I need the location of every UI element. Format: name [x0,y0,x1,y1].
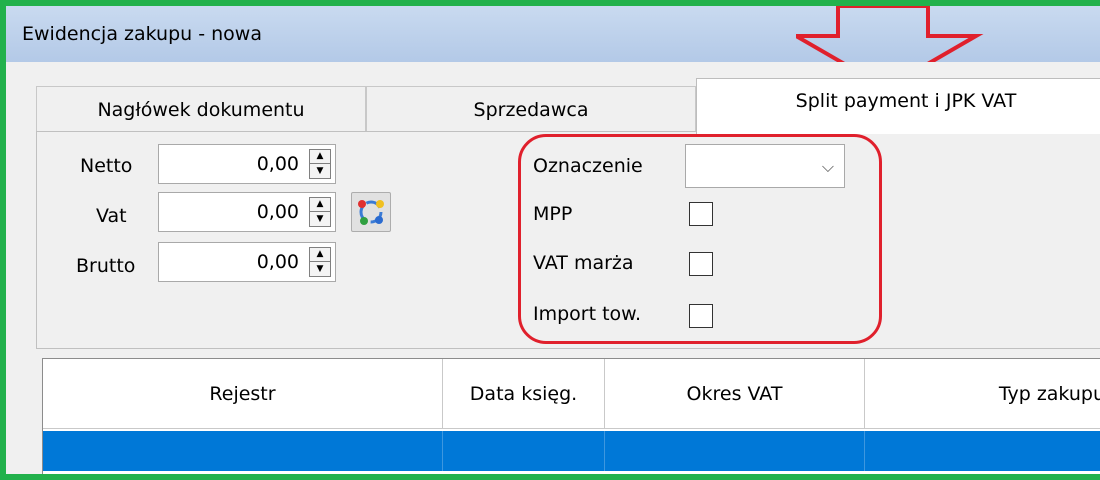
red-highlight-annotation [518,134,882,344]
brutto-spin-icon[interactable]: ▲ ▼ [309,247,331,277]
vat-field[interactable]: 0,00 ▲ ▼ [158,192,336,232]
column-header-typ-zakupu[interactable]: Typ zakupu [865,359,1100,429]
brutto-label: Brutto [76,255,136,277]
table-cell[interactable] [443,431,605,471]
table-cell[interactable] [865,431,1100,471]
column-header-okres-vat[interactable]: Okres VAT [605,359,865,429]
column-header-label: Rejestr [209,382,276,405]
selected-table-row[interactable] [43,431,1100,471]
column-header-label: Data księg. [469,382,578,405]
recalculate-icon [358,200,384,225]
column-header-rejestr[interactable]: Rejestr [43,359,443,429]
column-header-data-ksieg[interactable]: Data księg. [443,359,605,429]
brutto-field[interactable]: 0,00 ▲ ▼ [158,242,336,282]
netto-spin-icon[interactable]: ▲ ▼ [309,149,331,179]
window-title: Ewidencja zakupu - nowa [22,23,262,45]
vat-label: Vat [96,205,127,227]
table-cell[interactable] [605,431,865,471]
column-header-label: Typ zakupu [998,382,1100,405]
tab-label: Sprzedawca [473,98,589,121]
tab-split-payment-jpk-vat[interactable]: Split payment i JPK VAT [696,78,1100,134]
recalculate-button[interactable] [351,192,391,232]
brutto-value: 0,00 [256,251,299,273]
tab-label: Nagłówek dokumentu [97,98,305,121]
tab-label: Split payment i JPK VAT [795,89,1017,112]
netto-field[interactable]: 0,00 ▲ ▼ [158,144,336,184]
table-cell[interactable] [43,431,443,471]
window-frame: Ewidencja zakupu - nowa Nagłówek dokumen… [0,0,1100,480]
tab-naglowek-dokumentu[interactable]: Nagłówek dokumentu [36,86,366,132]
title-bar: Ewidencja zakupu - nowa [6,6,1100,91]
vat-spin-icon[interactable]: ▲ ▼ [309,197,331,227]
netto-label: Netto [80,155,133,177]
column-header-label: Okres VAT [686,382,783,405]
tab-sprzedawca[interactable]: Sprzedawca [366,86,696,132]
netto-value: 0,00 [256,153,299,175]
vat-value: 0,00 [256,201,299,223]
register-grid[interactable]: Rejestr Data księg. Okres VAT Typ zakupu [42,358,1100,474]
